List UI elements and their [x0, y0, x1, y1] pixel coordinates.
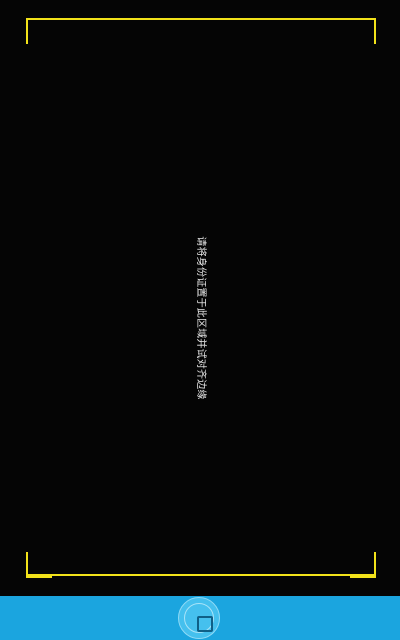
frame-corner-top-left — [26, 18, 52, 44]
frame-corner-bottom-left — [26, 552, 52, 578]
frame-top-edge — [26, 18, 374, 20]
shutter-square-icon — [197, 616, 213, 632]
frame-corner-top-right — [350, 18, 376, 44]
camera-viewfinder: 请将身份证置于此区域并试对齐边缘 — [0, 0, 400, 596]
capture-button-ring — [184, 603, 214, 633]
frame-corner-bottom-right — [350, 552, 376, 578]
frame-bottom-edge — [26, 574, 374, 576]
id-card-hint-text: 请将身份证置于此区域并试对齐边缘 — [195, 236, 206, 400]
capture-button[interactable] — [178, 597, 220, 639]
camera-screen: 请将身份证置于此区域并试对齐边缘 — [0, 0, 400, 640]
